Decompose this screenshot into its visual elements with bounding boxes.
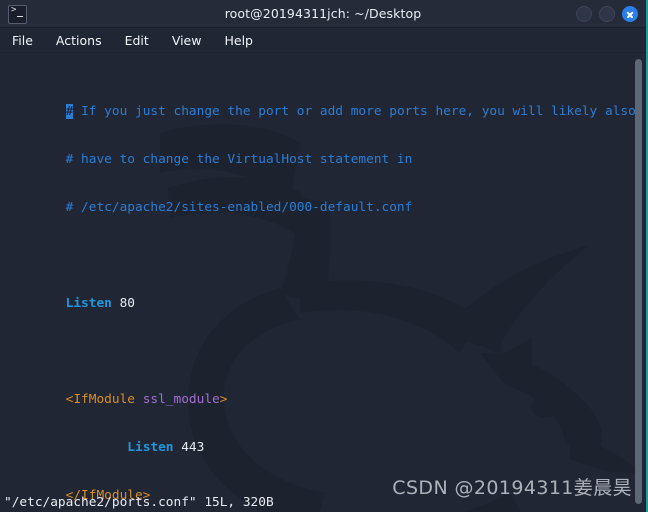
window-title: root@20194311jch: ~/Desktop bbox=[224, 6, 422, 21]
editor-line: Listen 443 bbox=[4, 424, 646, 455]
editor-line: # /etc/apache2/sites-enabled/000-default… bbox=[4, 184, 646, 215]
line-text: # /etc/apache2/sites-enabled/000-default… bbox=[65, 200, 413, 215]
line-text: # have to change the VirtualHost stateme… bbox=[65, 152, 413, 167]
status-filename: "/etc/apache2/ports.conf" 15L, 320B bbox=[4, 495, 274, 510]
menu-item-file[interactable]: File bbox=[10, 32, 35, 49]
module-name: ssl_module bbox=[142, 392, 220, 407]
terminal-content[interactable]: # If you just change the port or add mor… bbox=[0, 53, 646, 512]
editor-line-blank bbox=[4, 232, 646, 248]
editor-text[interactable]: # If you just change the port or add mor… bbox=[0, 53, 646, 512]
directive-keyword: Listen bbox=[127, 440, 174, 455]
terminal-window: root@20194311jch: ~/Desktop File Actions… bbox=[0, 0, 648, 512]
editor-line: # have to change the VirtualHost stateme… bbox=[4, 136, 646, 167]
editor-line: # If you just change the port or add mor… bbox=[4, 88, 646, 119]
close-button[interactable] bbox=[622, 6, 638, 22]
tag-close: > bbox=[219, 392, 228, 407]
line-text: If you just change the port or add more … bbox=[73, 104, 636, 119]
directive-value: 80 bbox=[111, 296, 135, 311]
vertical-scrollbar[interactable] bbox=[635, 59, 642, 504]
tag-open: <IfModule bbox=[65, 392, 143, 407]
editor-line: Listen 80 bbox=[4, 280, 646, 311]
window-controls bbox=[576, 0, 638, 28]
maximize-button[interactable] bbox=[599, 6, 615, 22]
editor-line-blank bbox=[4, 328, 646, 344]
minimize-button[interactable] bbox=[576, 6, 592, 22]
directive-value: 443 bbox=[173, 440, 205, 455]
vim-status-line: "/etc/apache2/ports.conf" 15L, 320B 1,1 … bbox=[0, 479, 646, 512]
directive-keyword: Listen bbox=[65, 296, 112, 311]
terminal-icon bbox=[8, 5, 27, 24]
editor-line: <IfModule ssl_module> bbox=[4, 376, 646, 407]
menu-item-actions[interactable]: Actions bbox=[54, 32, 104, 49]
title-bar[interactable]: root@20194311jch: ~/Desktop bbox=[0, 0, 646, 28]
menu-item-edit[interactable]: Edit bbox=[123, 32, 151, 49]
menu-bar: File Actions Edit View Help bbox=[0, 28, 646, 53]
menu-item-view[interactable]: View bbox=[170, 32, 204, 49]
menu-item-help[interactable]: Help bbox=[222, 32, 255, 49]
